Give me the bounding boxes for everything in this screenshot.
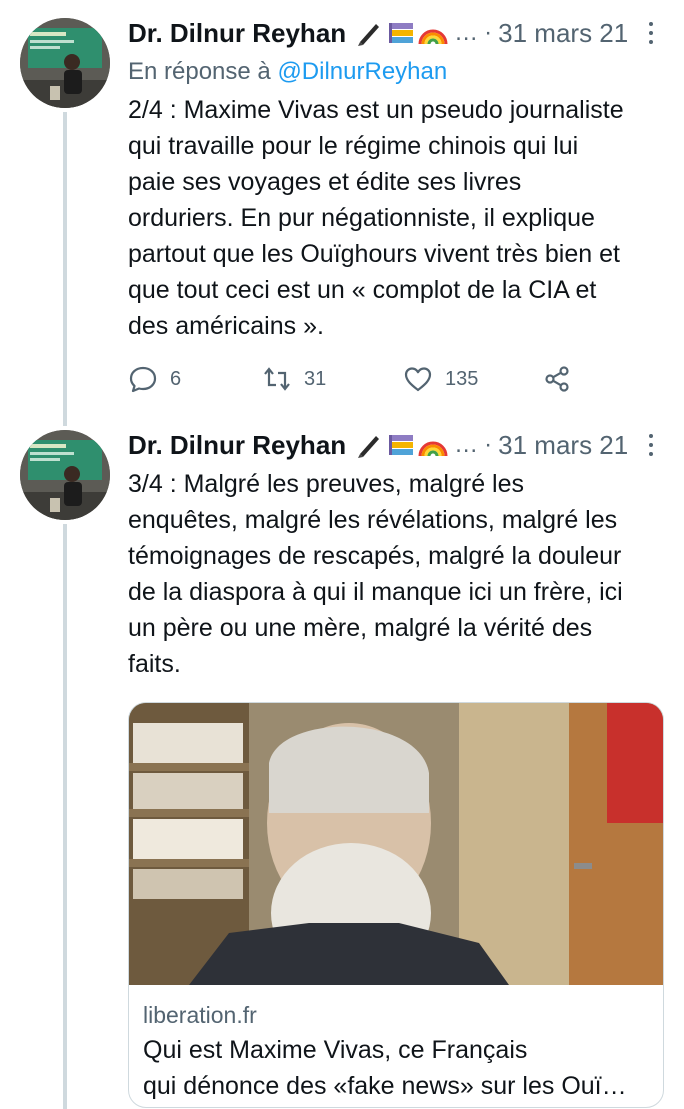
date-separator: · xyxy=(484,431,493,458)
tweet-date[interactable]: 31 mars 21 xyxy=(498,18,628,49)
tweet-content: Dr. Dilnur Reyhan xyxy=(128,14,664,393)
thread-line xyxy=(63,112,67,412)
card-title-line-2: qui dénonce des «fake news» sur les Ouï… xyxy=(143,1072,627,1100)
author-name[interactable]: Dr. Dilnur Reyhan xyxy=(128,430,346,461)
card-domain: liberation.fr xyxy=(143,1002,257,1028)
tweet-1[interactable]: Dr. Dilnur Reyhan … · 31 mars 21 En répo… xyxy=(0,0,684,412)
pen-icon xyxy=(358,436,380,458)
card-body: liberation.fr Qui est Maxime Vivas, ce F… xyxy=(143,998,649,1104)
retweet-button[interactable]: 31 xyxy=(262,359,326,399)
reply-context: En réponse à @DilnurReyhan xyxy=(128,54,664,90)
retweet-icon xyxy=(264,367,290,391)
name-badges xyxy=(354,430,448,460)
tweet-header: Dr. Dilnur Reyhan … · 31 mars 21 xyxy=(128,14,664,52)
avatar[interactable] xyxy=(20,18,110,108)
books-icon xyxy=(389,23,414,43)
retweet-count: 31 xyxy=(304,367,327,390)
card-title-line-1: Qui est Maxime Vivas, ce Français xyxy=(143,1036,528,1064)
share-icon xyxy=(545,366,569,392)
thread-line xyxy=(63,524,67,1109)
tweet-date[interactable]: 31 mars 21 xyxy=(498,430,628,461)
like-button[interactable]: 135 xyxy=(403,359,478,399)
thread-line-top xyxy=(63,412,67,426)
reply-handle-link[interactable]: @DilnurReyhan xyxy=(277,58,447,85)
reply-icon xyxy=(129,366,157,393)
card-image xyxy=(129,703,663,985)
author-name[interactable]: Dr. Dilnur Reyhan xyxy=(128,18,346,49)
books-icon xyxy=(389,435,414,455)
reply-count: 6 xyxy=(170,367,182,390)
date-separator: · xyxy=(484,19,493,46)
name-badges xyxy=(354,18,448,48)
tweet-text: 3/4 : Malgré les preuves, malgré les enq… xyxy=(128,470,623,678)
more-options-icon[interactable] xyxy=(646,22,656,46)
pen-icon xyxy=(358,24,380,46)
rainbow-icon xyxy=(418,29,448,45)
tweet-header: Dr. Dilnur Reyhan … · 31 mars 21 xyxy=(128,426,664,464)
rainbow-icon xyxy=(418,441,448,457)
heart-icon xyxy=(404,367,432,392)
reply-button[interactable]: 6 xyxy=(128,359,181,399)
share-button[interactable] xyxy=(542,359,572,399)
avatar[interactable] xyxy=(20,430,110,520)
tweet-text: 2/4 : Maxime Vivas est un pseudo journal… xyxy=(128,96,624,340)
like-count: 135 xyxy=(445,367,479,390)
tweet-2[interactable]: Dr. Dilnur Reyhan … · 31 mars 21 3/4: M… xyxy=(0,412,684,1109)
link-preview-card[interactable]: liberation.fr Qui est Maxime Vivas, ce F… xyxy=(128,702,664,1108)
more-options-icon[interactable] xyxy=(646,434,656,458)
tweet-actions: 6 31 135 xyxy=(128,359,664,399)
reply-prefix: En réponse à xyxy=(128,58,278,85)
tweet-content: Dr. Dilnur Reyhan xyxy=(128,426,664,1108)
name-ellipsis: … xyxy=(454,19,479,46)
name-ellipsis: … xyxy=(454,431,479,458)
